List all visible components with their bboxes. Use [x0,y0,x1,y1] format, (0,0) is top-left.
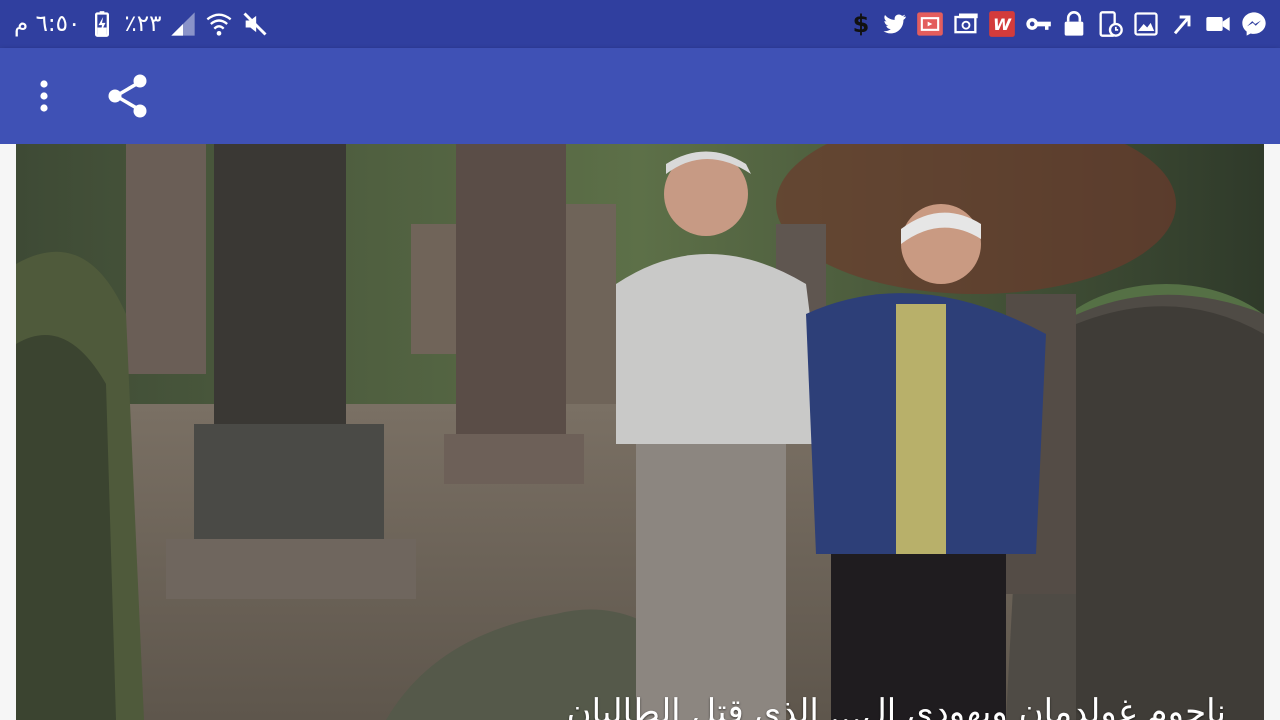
cast-app-icon [916,10,944,38]
vpn-key-icon [1024,10,1052,38]
more-options-button[interactable] [22,72,66,120]
signal-icon [169,10,197,38]
dollar-icon: $ [852,10,870,38]
status-right: $ W [850,0,1268,48]
gallery-icon [1132,10,1160,38]
missed-call-icon [1168,10,1196,38]
clock: ٦:٥٠ م [14,11,81,37]
cemetery-photo [16,144,1264,720]
video-icon [1204,10,1232,38]
twitter-icon [880,10,908,38]
status-left: ٦:٥٠ م ٪٢٣ [14,0,269,48]
status-bar: ٦:٥٠ م ٪٢٣ $ W [0,0,1280,48]
app-toolbar [0,48,1280,144]
wifi-icon [205,10,233,38]
more-vert-icon [40,80,48,112]
article-caption: ناحوم غولدمان ويهودي ال... الذي قتل الطا… [566,692,1226,720]
mute-icon [241,10,269,38]
email-app-icon [952,10,980,38]
share-button[interactable] [100,68,156,124]
office-app-letter: W [993,15,1012,34]
office-app-icon: W [988,10,1016,38]
battery-icon [88,10,116,38]
battery-percent: ٪٢٣ [124,11,162,37]
screen-time-icon [1096,10,1124,38]
messenger-icon [1240,10,1268,38]
share-icon [108,74,147,118]
article-card[interactable]: ناحوم غولدمان ويهودي ال... الذي قتل الطا… [16,144,1264,720]
content-area: ناحوم غولدمان ويهودي ال... الذي قتل الطا… [0,144,1280,720]
lock-icon [1060,10,1088,38]
